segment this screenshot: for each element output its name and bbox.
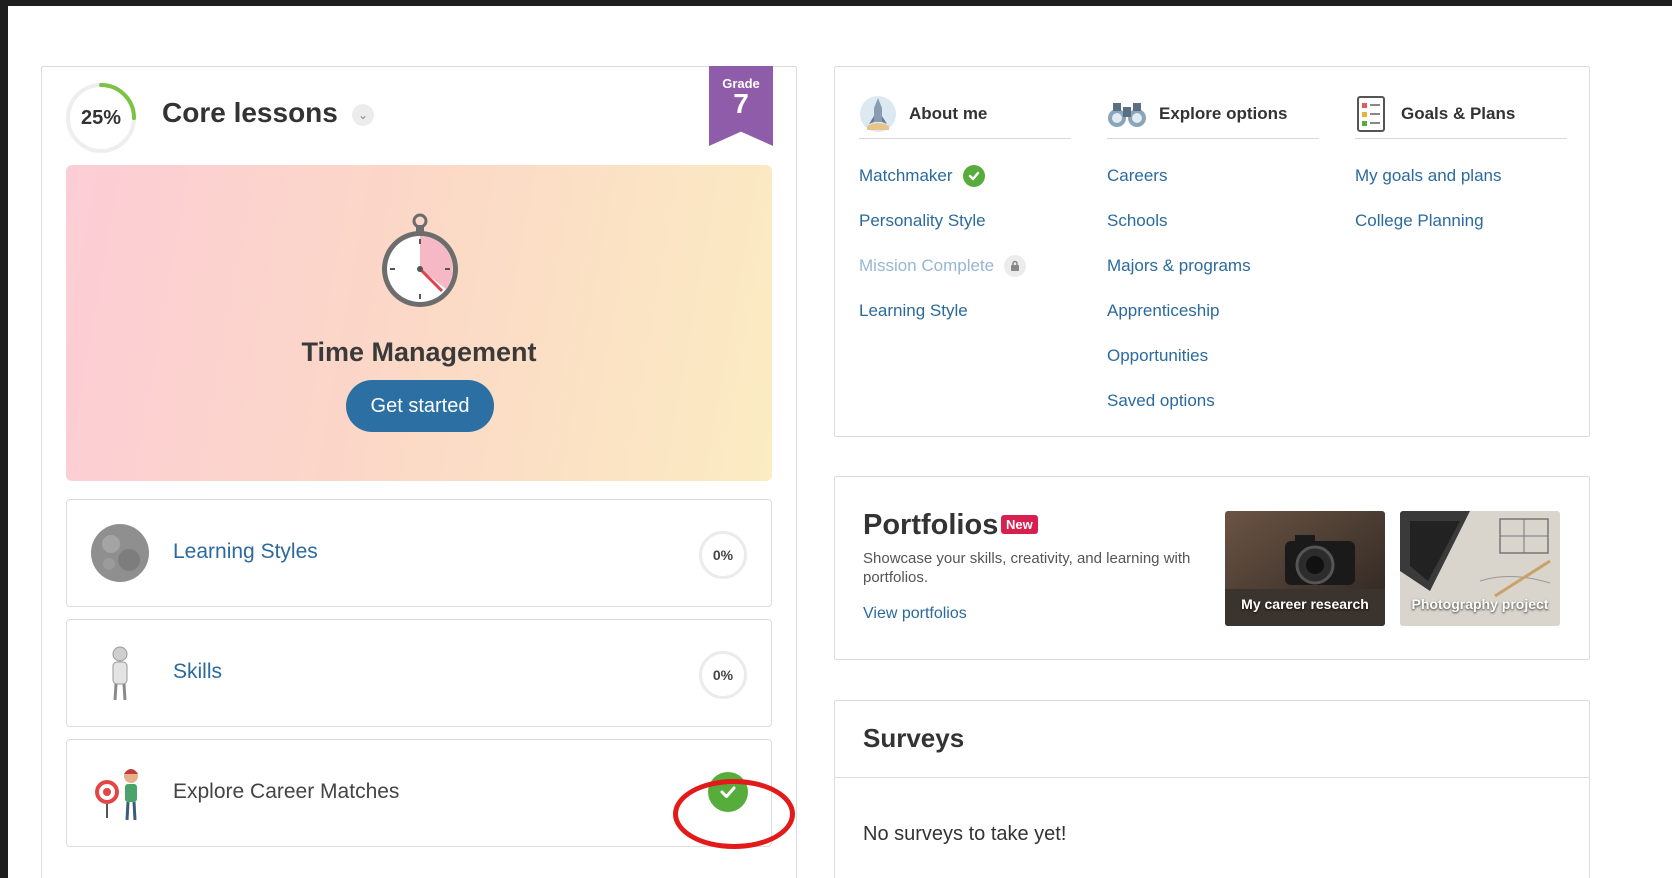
nav-link-label[interactable]: Opportunities bbox=[1107, 346, 1208, 366]
grade-banner: Grade 7 bbox=[709, 66, 773, 146]
nav-link-majors-programs[interactable]: Majors & programs bbox=[1107, 243, 1319, 288]
new-badge: New bbox=[1001, 515, 1038, 534]
surveys-title: Surveys bbox=[863, 723, 965, 753]
nav-link-careers[interactable]: Careers bbox=[1107, 153, 1319, 198]
grade-value: 7 bbox=[733, 88, 749, 119]
annotation-circle bbox=[673, 779, 795, 849]
surveys-panel: Surveys No surveys to take yet! bbox=[834, 700, 1590, 878]
explore-options-links: Careers Schools Majors & programs Appren… bbox=[1107, 139, 1319, 423]
portfolio-thumb-photography-project[interactable]: Photography project bbox=[1400, 511, 1560, 626]
goals-plans-title: Goals & Plans bbox=[1401, 103, 1516, 123]
nav-link-matchmaker[interactable]: Matchmaker bbox=[859, 153, 1071, 198]
nav-link-label[interactable]: My goals and plans bbox=[1355, 166, 1501, 186]
progress-percent: 25% bbox=[80, 106, 122, 129]
view-portfolios-link[interactable]: View portfolios bbox=[863, 605, 967, 623]
checklist-icon bbox=[1357, 95, 1385, 132]
about-me-title: About me bbox=[909, 103, 988, 123]
explore-options-title: Explore options bbox=[1159, 103, 1288, 123]
nav-link-label[interactable]: Apprenticeship bbox=[1107, 301, 1219, 321]
chevron-down-icon[interactable]: ⌄ bbox=[352, 104, 374, 126]
nav-link-learning-style[interactable]: Learning Style bbox=[859, 288, 1071, 333]
nav-link-label[interactable]: Majors & programs bbox=[1107, 256, 1251, 276]
target-person-icon bbox=[95, 769, 138, 821]
lesson-progress: 0% bbox=[699, 531, 747, 579]
thumb-caption: My career research bbox=[1241, 596, 1369, 612]
check-icon bbox=[962, 164, 985, 187]
rocket-icon bbox=[860, 95, 896, 132]
character-icon bbox=[112, 646, 128, 701]
nav-link-label[interactable]: Saved options bbox=[1107, 391, 1215, 411]
core-lessons-panel: 25% Core lessons ⌄ Grade 7 Time Manageme… bbox=[41, 66, 797, 878]
about-me-header: About me bbox=[859, 89, 1071, 139]
page: 25% Core lessons ⌄ Grade 7 Time Manageme… bbox=[8, 6, 1672, 878]
nav-link-label[interactable]: Learning Style bbox=[859, 301, 968, 321]
nav-link-personality-style[interactable]: Personality Style bbox=[859, 198, 1071, 243]
featured-lesson-title: Time Management bbox=[301, 337, 537, 367]
portfolios-title: Portfolios bbox=[863, 509, 999, 541]
nav-link-label[interactable]: Matchmaker bbox=[859, 166, 953, 186]
nav-link-saved-options[interactable]: Saved options bbox=[1107, 378, 1319, 423]
nav-link-apprenticeship[interactable]: Apprenticeship bbox=[1107, 288, 1319, 333]
divider bbox=[835, 777, 1589, 778]
nav-link-schools[interactable]: Schools bbox=[1107, 198, 1319, 243]
lesson-label[interactable]: Learning Styles bbox=[173, 540, 318, 564]
lesson-card-explore-career-matches[interactable]: Explore Career Matches bbox=[66, 739, 772, 847]
stopwatch-icon bbox=[382, 213, 458, 307]
lesson-card-skills[interactable]: Skills 0% bbox=[66, 619, 772, 727]
portfolio-thumb-career-research[interactable]: My career research bbox=[1225, 511, 1385, 626]
goals-plans-links: My goals and plans College Planning bbox=[1355, 139, 1567, 243]
core-lessons-title: Core lessons bbox=[162, 97, 338, 128]
nav-link-college-planning[interactable]: College Planning bbox=[1355, 198, 1567, 243]
goals-plans-header: Goals & Plans bbox=[1355, 89, 1567, 139]
featured-lesson-card: Time Management Get started bbox=[66, 165, 772, 481]
nav-link-label[interactable]: Personality Style bbox=[859, 211, 986, 231]
about-me-column: About me Matchmaker Personality Style Mi… bbox=[859, 89, 1071, 333]
lesson-card-learning-styles[interactable]: Learning Styles 0% bbox=[66, 499, 772, 607]
get-started-button[interactable]: Get started bbox=[346, 380, 494, 432]
nav-link-my-goals-and-plans[interactable]: My goals and plans bbox=[1355, 153, 1567, 198]
thumb-caption: Photography project bbox=[1411, 596, 1549, 612]
nav-link-label: Mission Complete bbox=[859, 255, 995, 275]
goals-plans-column: Goals & Plans My goals and plans College… bbox=[1355, 89, 1567, 243]
surveys-empty-message: No surveys to take yet! bbox=[863, 823, 1067, 845]
nav-link-label[interactable]: Careers bbox=[1107, 166, 1167, 186]
lesson-label[interactable]: Explore Career Matches bbox=[173, 780, 399, 804]
portfolios-panel: Portfolios New Showcase your skills, cre… bbox=[834, 476, 1590, 660]
lesson-progress: 0% bbox=[699, 651, 747, 699]
lesson-label[interactable]: Skills bbox=[173, 660, 222, 684]
navigation-panel: About me Matchmaker Personality Style Mi… bbox=[834, 66, 1590, 437]
about-me-links: Matchmaker Personality Style Mission Com… bbox=[859, 139, 1071, 333]
nav-link-mission-complete: Mission Complete bbox=[859, 243, 1071, 288]
binoculars-icon bbox=[1108, 102, 1146, 127]
nav-link-label[interactable]: College Planning bbox=[1355, 211, 1484, 231]
explore-options-column: Explore options Careers Schools Majors &… bbox=[1107, 89, 1319, 423]
lock-icon bbox=[1004, 254, 1027, 277]
globe-icon bbox=[91, 524, 149, 582]
explore-options-header: Explore options bbox=[1107, 89, 1319, 139]
nav-link-opportunities[interactable]: Opportunities bbox=[1107, 333, 1319, 378]
nav-link-label[interactable]: Schools bbox=[1107, 211, 1167, 231]
portfolios-description: Showcase your skills, creativity, and le… bbox=[863, 550, 1191, 586]
